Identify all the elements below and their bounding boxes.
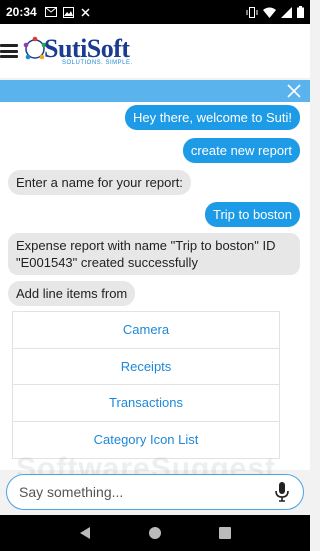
home-icon[interactable] <box>146 524 164 542</box>
message-input-wrap <box>6 474 304 510</box>
status-bar: 20:34 <box>0 0 310 24</box>
logo-tagline: SOLUTIONS. SIMPLE. <box>62 60 133 66</box>
image-icon <box>62 6 74 18</box>
user-message: Hey there, welcome to Suti! <box>125 105 300 130</box>
recents-icon[interactable] <box>216 524 234 542</box>
bot-message: Expense report with name "Trip to boston… <box>8 233 300 275</box>
battery-icon <box>297 6 304 18</box>
system-nav-bar <box>0 515 310 551</box>
message-input[interactable] <box>19 484 273 500</box>
signal-icon <box>281 6 292 18</box>
back-icon[interactable] <box>76 524 94 542</box>
chat-header-bar <box>0 80 310 102</box>
logo-name: SutiSoft <box>44 34 130 63</box>
option-transactions[interactable]: Transactions <box>13 385 279 422</box>
menu-icon[interactable] <box>0 42 22 60</box>
close-icon[interactable] <box>286 83 302 99</box>
logo: SutiSoft SOLUTIONS. SIMPLE. <box>22 34 133 69</box>
vibrate-icon <box>246 6 258 18</box>
user-message: Trip to boston <box>204 202 300 227</box>
app-header: SutiSoft SOLUTIONS. SIMPLE. <box>0 24 310 78</box>
microphone-icon[interactable] <box>273 481 291 503</box>
no-signal-icon <box>80 7 91 18</box>
option-camera[interactable]: Camera <box>13 312 279 349</box>
bot-message: Add line items from <box>8 281 136 306</box>
bot-message: Enter a name for your report: <box>8 170 191 195</box>
email-icon <box>44 7 57 17</box>
status-time: 20:34 <box>6 5 37 19</box>
option-receipts[interactable]: Receipts <box>13 349 279 385</box>
user-message: create new report <box>182 138 300 163</box>
wifi-icon <box>263 7 276 18</box>
line-item-options: Camera Receipts Transactions Category Ic… <box>12 311 280 459</box>
